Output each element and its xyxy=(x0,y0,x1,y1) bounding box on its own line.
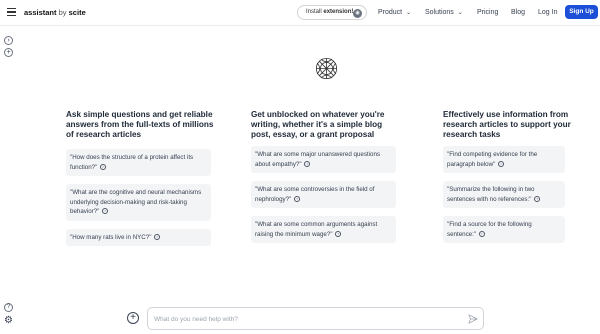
column-research-tasks: Effectively use information from researc… xyxy=(443,110,593,251)
example-text: "Find a source for the following sentenc… xyxy=(447,221,532,238)
example-text: "What are some common arguments against … xyxy=(255,221,378,238)
extension-icon: ◉ xyxy=(353,8,362,18)
plus-circle-icon[interactable]: + xyxy=(4,48,13,57)
example-text: "What are the cognitive and neural mecha… xyxy=(70,189,202,215)
example-card[interactable]: "What are some common arguments against … xyxy=(251,216,396,243)
example-card[interactable]: "Find competing evidence for the paragra… xyxy=(443,146,565,173)
chevron-down-icon: ⌄ xyxy=(406,10,412,16)
nav-login[interactable]: Log In xyxy=(538,9,557,16)
send-icon[interactable] xyxy=(468,314,478,324)
prompt-input[interactable] xyxy=(154,313,454,325)
column-title: Ask simple questions and get reliable an… xyxy=(66,110,214,139)
arrow-right-circle-icon: › xyxy=(294,195,300,202)
example-text: "How many rats live in NYC?" xyxy=(70,233,152,241)
brand-by: by xyxy=(58,8,67,17)
gear-icon[interactable]: ⚙ xyxy=(4,316,13,326)
example-text: "Summarize the following in two sentence… xyxy=(447,186,535,203)
example-card[interactable]: "What are some major unanswered question… xyxy=(251,146,396,173)
nav-pricing[interactable]: Pricing xyxy=(477,9,498,16)
nav-solutions[interactable]: Solutions ⌄ xyxy=(425,9,463,16)
example-text: "What are some controversies in the fiel… xyxy=(255,186,375,203)
scite-logo-icon xyxy=(315,57,338,80)
example-card[interactable]: "What are the cognitive and neural mecha… xyxy=(66,184,211,221)
arrow-right-circle-icon: › xyxy=(498,160,505,167)
example-card[interactable]: "What are some controversies in the fiel… xyxy=(251,181,396,208)
arrow-right-circle-icon: › xyxy=(335,230,342,237)
arrow-right-circle-icon[interactable]: › xyxy=(4,36,13,45)
brand-org: scite xyxy=(68,8,86,17)
brand-name: assistant xyxy=(24,8,57,17)
arrow-right-circle-icon: › xyxy=(304,160,311,167)
arrow-right-circle-icon: › xyxy=(154,233,161,240)
arrow-right-circle-icon: › xyxy=(534,195,541,202)
hamburger-icon[interactable] xyxy=(7,8,16,17)
brand-logo[interactable]: assistant by scite xyxy=(24,8,86,17)
column-ask-questions: Ask simple questions and get reliable an… xyxy=(66,110,216,254)
chevron-down-icon: ⌄ xyxy=(457,10,463,16)
example-card[interactable]: "Find a source for the following sentenc… xyxy=(443,216,565,243)
prompt-container xyxy=(147,307,484,330)
example-text: "Find competing evidence for the paragra… xyxy=(447,151,538,168)
example-text: "What are some major unanswered question… xyxy=(255,151,380,168)
example-card[interactable]: "Summarize the following in two sentence… xyxy=(443,181,565,208)
install-prefix: Install xyxy=(306,9,322,15)
example-card[interactable]: "How does the structure of a protein aff… xyxy=(66,149,211,176)
arrow-right-circle-icon: › xyxy=(478,230,485,237)
top-header: assistant by scite Install extension! ◉ … xyxy=(0,0,600,26)
nav-product[interactable]: Product ⌄ xyxy=(378,9,411,16)
install-bold: extension! xyxy=(323,9,354,15)
column-title: Effectively use information from researc… xyxy=(443,110,571,139)
arrow-right-circle-icon: › xyxy=(102,208,109,215)
example-text: "How does the structure of a protein aff… xyxy=(70,154,194,171)
question-icon[interactable]: ? xyxy=(4,303,13,312)
signup-button[interactable]: Sign Up xyxy=(565,5,598,19)
arrow-right-circle-icon: › xyxy=(100,163,107,170)
nav-product-label: Product xyxy=(378,9,403,16)
example-card[interactable]: "How many rats live in NYC?" › xyxy=(66,228,211,246)
nav-blog[interactable]: Blog xyxy=(511,9,525,16)
nav-solutions-label: Solutions xyxy=(425,9,454,16)
add-attachment-button[interactable]: + xyxy=(127,312,139,324)
column-title: Get unblocked on whatever you're writing… xyxy=(251,110,385,139)
install-extension-button[interactable]: Install extension! ◉ xyxy=(297,5,367,20)
column-get-unblocked: Get unblocked on whatever you're writing… xyxy=(251,110,401,251)
